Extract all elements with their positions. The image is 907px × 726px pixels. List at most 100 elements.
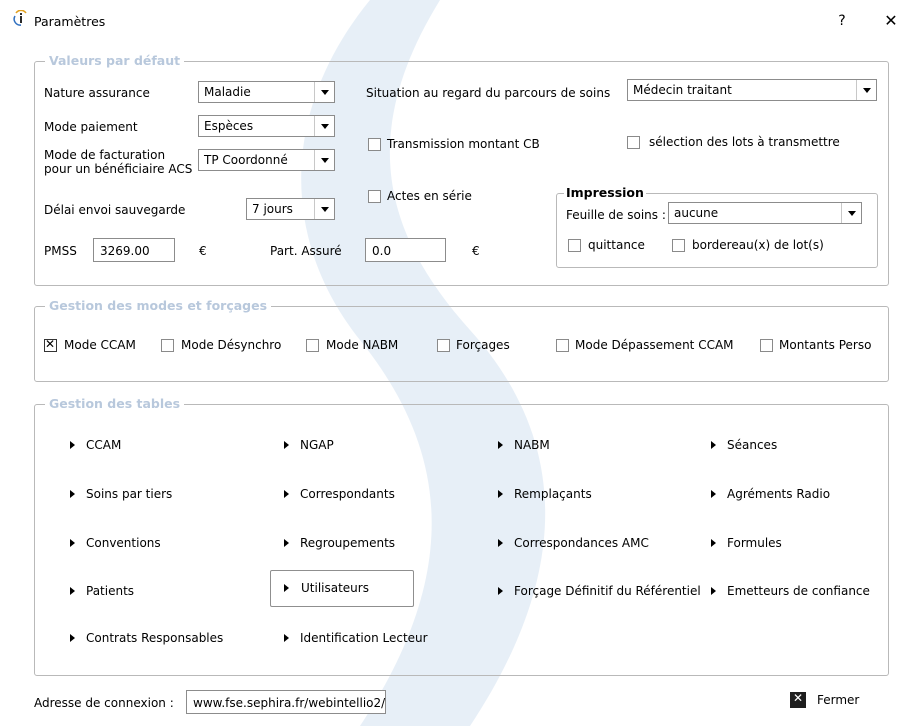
mode-desynchro-checkbox[interactable] xyxy=(161,339,174,352)
caret-right-icon xyxy=(498,587,503,595)
table-item-ngap[interactable]: NGAP xyxy=(284,434,464,460)
feuille-soins-label: Feuille de soins : xyxy=(566,208,666,222)
table-item-conventions[interactable]: Conventions xyxy=(70,532,250,558)
part-assure-value: 0.0 xyxy=(372,244,392,258)
caret-right-icon xyxy=(70,441,75,449)
mode-paiement-value: Espèces xyxy=(204,119,254,133)
tables-legend: Gestion des tables xyxy=(45,396,185,411)
caret-right-icon xyxy=(498,490,503,498)
mode-nabm-checkbox[interactable] xyxy=(306,339,319,352)
forcages-label: Forçages xyxy=(456,338,510,352)
table-item-remplacants[interactable]: Remplaçants xyxy=(498,483,698,509)
feuille-soins-combo[interactable]: aucune xyxy=(668,202,862,224)
adresse-connexion-label: Adresse de connexion : xyxy=(34,696,174,710)
pmss-value: 3269.00 xyxy=(100,244,150,258)
pmss-input[interactable]: 3269.00 xyxy=(93,238,175,262)
caret-right-icon xyxy=(711,587,716,595)
situation-combo[interactable]: Médecin traitant xyxy=(627,79,877,101)
chevron-down-icon xyxy=(314,199,334,219)
mode-desynchro-label: Mode Désynchro xyxy=(181,338,282,352)
adresse-connexion-input[interactable]: www.fse.sephira.fr/webintellio2/ xyxy=(186,690,386,714)
caret-right-icon xyxy=(284,539,289,547)
forcages-checkbox[interactable] xyxy=(437,339,450,352)
table-item-correspondants[interactable]: Correspondants xyxy=(284,483,464,509)
fermer-button[interactable]: Fermer xyxy=(817,693,859,707)
table-item-soins-par-tiers[interactable]: Soins par tiers xyxy=(70,483,250,509)
chevron-down-icon xyxy=(314,116,334,136)
transmission-montant-cb-checkbox[interactable] xyxy=(368,138,381,151)
table-item-nabm[interactable]: NABM xyxy=(498,434,698,460)
mode-paiement-combo[interactable]: Espèces xyxy=(198,115,335,137)
caret-right-icon xyxy=(711,490,716,498)
table-item-identification-lecteur[interactable]: Identification Lecteur xyxy=(284,627,474,653)
table-item-patients[interactable]: Patients xyxy=(70,580,250,606)
selection-lots-label: sélection des lots à transmettre xyxy=(649,135,840,149)
part-assure-euro-label: € xyxy=(472,244,480,258)
situation-value: Médecin traitant xyxy=(633,83,732,97)
mode-depassement-ccam-checkbox[interactable] xyxy=(556,339,569,352)
caret-right-icon xyxy=(70,490,75,498)
table-item-formules[interactable]: Formules xyxy=(711,532,881,558)
part-assure-input[interactable]: 0.0 xyxy=(365,238,446,262)
nature-assurance-combo[interactable]: Maladie xyxy=(198,81,335,103)
quittance-checkbox[interactable] xyxy=(568,239,581,252)
close-button[interactable]: ✕ xyxy=(880,10,902,32)
mode-facturation-value: TP Coordonné xyxy=(204,153,288,167)
chevron-down-icon xyxy=(841,203,861,223)
mode-paiement-label: Mode paiement xyxy=(44,120,138,134)
table-item-correspondances-amc[interactable]: Correspondances AMC xyxy=(498,532,698,558)
caret-right-icon xyxy=(498,539,503,547)
mode-nabm-label: Mode NABM xyxy=(326,338,399,352)
caret-right-icon xyxy=(711,539,716,547)
actes-serie-label: Actes en série xyxy=(387,189,472,203)
table-item-seances[interactable]: Séances xyxy=(711,434,881,460)
caret-right-icon xyxy=(284,490,289,498)
impression-legend: Impression xyxy=(564,185,646,200)
caret-right-icon xyxy=(284,634,289,642)
mode-facturation-label-1: Mode de facturation xyxy=(44,148,166,162)
caret-right-icon xyxy=(70,539,75,547)
feuille-soins-value: aucune xyxy=(674,206,719,220)
defaults-legend: Valeurs par défaut xyxy=(45,53,185,68)
table-item-agrements-radio[interactable]: Agréments Radio xyxy=(711,483,881,509)
montants-perso-checkbox[interactable] xyxy=(760,339,773,352)
help-button[interactable]: ? xyxy=(832,10,852,32)
bordereau-checkbox[interactable] xyxy=(672,239,685,252)
montants-perso-label: Montants Perso xyxy=(779,338,872,352)
app-info-icon xyxy=(13,10,27,26)
actes-serie-checkbox[interactable] xyxy=(368,190,381,203)
nature-assurance-value: Maladie xyxy=(204,85,251,99)
caret-right-icon xyxy=(70,634,75,642)
modes-legend: Gestion des modes et forçages xyxy=(45,298,272,313)
table-item-ccam[interactable]: CCAM xyxy=(70,434,250,460)
nature-assurance-label: Nature assurance xyxy=(44,86,150,100)
title-bar: Paramètres ? ✕ xyxy=(0,0,907,44)
pmss-euro-label: € xyxy=(199,244,207,258)
caret-right-icon xyxy=(498,441,503,449)
parametres-dialog: Paramètres ? ✕ Valeurs par défaut Nature… xyxy=(0,0,907,726)
table-item-utilisateurs[interactable]: Utilisateurs xyxy=(270,570,414,607)
table-item-forcage-definitif[interactable]: Forçage Définitif du Référentiel xyxy=(498,580,710,606)
mode-facturation-combo[interactable]: TP Coordonné xyxy=(198,149,335,171)
mode-ccam-checkbox[interactable] xyxy=(44,337,57,352)
caret-right-icon xyxy=(711,441,716,449)
mode-ccam-label: Mode CCAM xyxy=(64,338,136,352)
situation-label: Situation au regard du parcours de soins xyxy=(366,86,611,100)
close-icon[interactable] xyxy=(790,691,806,708)
bordereau-label: bordereau(x) de lot(s) xyxy=(692,238,824,252)
table-item-regroupements[interactable]: Regroupements xyxy=(284,532,464,558)
delai-value: 7 jours xyxy=(252,202,293,216)
window-title: Paramètres xyxy=(34,14,106,29)
chevron-down-icon xyxy=(314,150,334,170)
table-item-contrats-responsables[interactable]: Contrats Responsables xyxy=(70,627,260,653)
delai-combo[interactable]: 7 jours xyxy=(246,198,335,220)
pmss-label: PMSS xyxy=(44,244,77,258)
chevron-down-icon xyxy=(856,80,876,100)
delai-label: Délai envoi sauvegarde xyxy=(44,203,186,217)
table-item-emetteurs-confiance[interactable]: Emetteurs de confiance xyxy=(711,580,883,606)
adresse-connexion-value: www.fse.sephira.fr/webintellio2/ xyxy=(193,696,386,710)
transmission-montant-cb-label: Transmission montant CB xyxy=(387,137,540,151)
chevron-down-icon xyxy=(314,82,334,102)
selection-lots-checkbox[interactable] xyxy=(627,136,640,149)
mode-depassement-ccam-label: Mode Dépassement CCAM xyxy=(575,338,734,352)
